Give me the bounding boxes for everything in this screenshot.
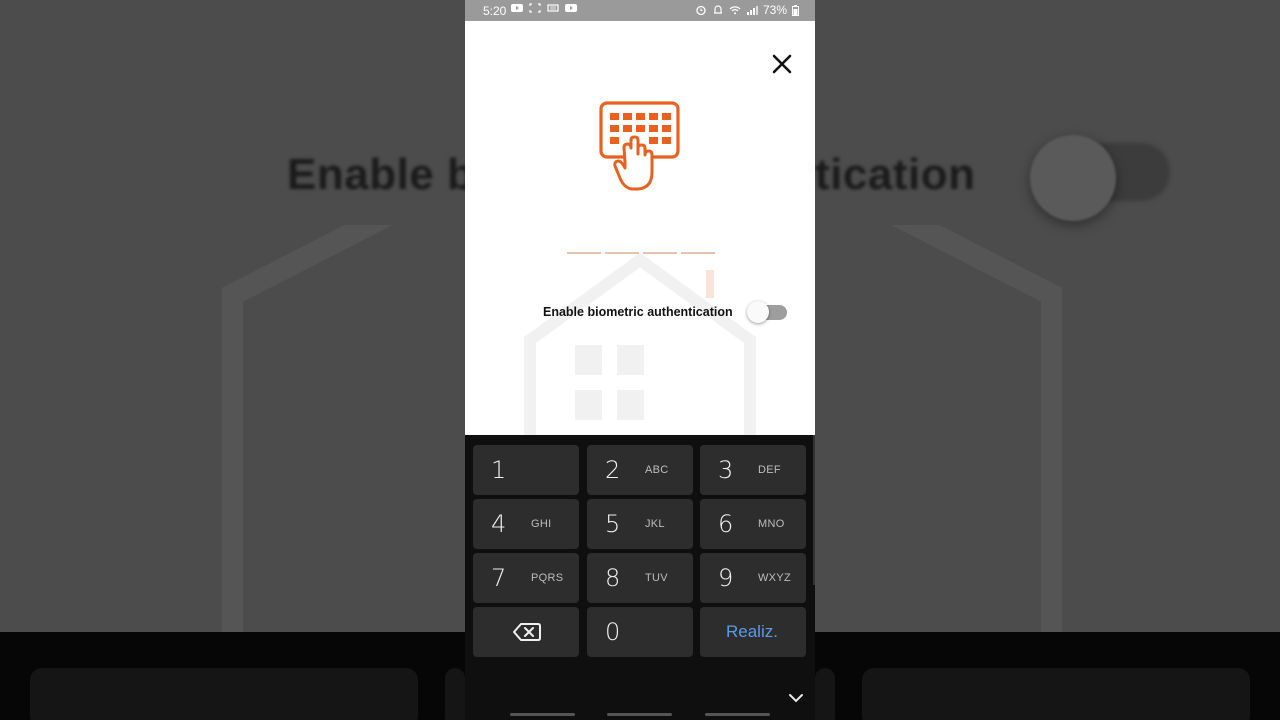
key-number: 1 — [491, 456, 507, 484]
key-number: 9 — [718, 564, 734, 592]
key-0[interactable]: 0 — [587, 607, 693, 657]
toggle-knob — [746, 301, 769, 323]
pin-slot — [567, 252, 601, 254]
numeric-keyboard: 1 2 ABC 3 DEF 4 GHI 5 JKL 6 MNO 7 PQRS 8 — [465, 435, 815, 720]
close-icon[interactable] — [768, 50, 796, 78]
pin-input[interactable] — [567, 252, 715, 254]
key-letters: GHI — [531, 518, 552, 530]
key-number: 6 — [718, 510, 734, 538]
biometric-row: Enable biometric authentication — [543, 300, 787, 324]
key-letters: PQRS — [531, 572, 564, 584]
key-number: 7 — [491, 564, 507, 592]
key-letters: ABC — [645, 464, 669, 476]
key-number: 2 — [605, 456, 621, 484]
keypad-touch-icon — [599, 101, 680, 191]
chevron-down-icon[interactable] — [787, 692, 805, 704]
status-icons-left — [511, 3, 577, 13]
pin-slot — [643, 252, 677, 254]
backdrop-key — [815, 668, 835, 720]
key-number: 0 — [605, 618, 621, 646]
pin-slot — [681, 252, 715, 254]
key-letters: MNO — [758, 518, 785, 530]
key-2[interactable]: 2 ABC — [587, 445, 693, 495]
key-8[interactable]: 8 TUV — [587, 553, 693, 603]
biometric-toggle[interactable] — [746, 300, 787, 324]
backdrop-key — [445, 668, 465, 720]
key-4[interactable]: 4 GHI — [473, 499, 579, 549]
backspace-key[interactable] — [473, 607, 579, 657]
backdrop-key — [862, 668, 1250, 720]
key-letters: DEF — [758, 464, 781, 476]
backdrop-key — [30, 668, 418, 720]
screenshot-icon — [529, 3, 541, 13]
battery-icon — [792, 4, 799, 16]
key-number: 8 — [605, 564, 621, 592]
status-time: 5:20 — [483, 4, 507, 18]
backdrop-title-left: Enable b — [287, 150, 475, 199]
notification-icon — [713, 5, 722, 14]
keyboard-edge — [813, 435, 815, 585]
key-9[interactable]: 9 WXYZ — [700, 553, 806, 603]
key-number: 3 — [718, 456, 734, 484]
nav-pill — [510, 713, 575, 716]
key-number: 4 — [491, 510, 507, 538]
alarm-icon — [696, 5, 706, 15]
key-number: 5 — [605, 510, 621, 538]
cast-icon — [547, 4, 559, 12]
status-icons-right: 73% — [695, 3, 799, 17]
signal-icon — [746, 6, 758, 15]
key-7[interactable]: 7 PQRS — [473, 553, 579, 603]
status-bar: 5:20 73% — [465, 0, 815, 21]
pin-slot — [605, 252, 639, 254]
nav-pill — [705, 713, 770, 716]
done-label: Realiz. — [726, 622, 778, 641]
youtube-icon — [511, 4, 523, 12]
backdrop-toggle-knob — [1030, 135, 1116, 221]
battery-percent: 73% — [762, 3, 787, 17]
wifi-icon — [729, 6, 741, 15]
key-6[interactable]: 6 MNO — [700, 499, 806, 549]
key-5[interactable]: 5 JKL — [587, 499, 693, 549]
key-1[interactable]: 1 — [473, 445, 579, 495]
nav-pill — [607, 713, 672, 716]
done-key[interactable]: Realiz. — [700, 607, 806, 657]
house-watermark-icon — [524, 252, 756, 440]
youtube-icon — [565, 4, 577, 12]
key-letters: TUV — [645, 572, 668, 584]
backspace-icon — [513, 623, 541, 641]
biometric-label: Enable biometric authentication — [543, 305, 733, 319]
key-letters: JKL — [645, 518, 665, 530]
key-letters: WXYZ — [758, 572, 791, 584]
phone-screen: 5:20 73% Enable biometric authentication… — [465, 0, 815, 720]
backdrop-title-right: tication — [815, 150, 976, 199]
key-3[interactable]: 3 DEF — [700, 445, 806, 495]
